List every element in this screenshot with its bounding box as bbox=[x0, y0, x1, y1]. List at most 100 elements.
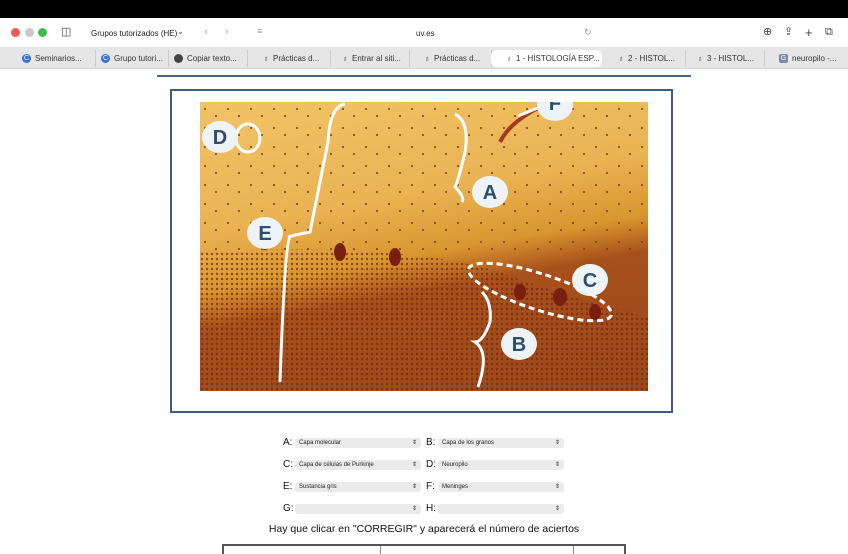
answer-select-h[interactable]: ⇕ bbox=[438, 503, 564, 514]
select-value: Sustancia gris bbox=[299, 483, 337, 490]
answer-select-a[interactable]: Capa molecular ⇕ bbox=[295, 437, 421, 448]
flask-icon: ♁ bbox=[424, 54, 430, 63]
chevron-updown-icon: ⇕ bbox=[411, 484, 417, 490]
answer-label: B: bbox=[426, 437, 436, 448]
tab[interactable]: C Seminarios... bbox=[18, 50, 96, 67]
svg-text:D: D bbox=[213, 127, 227, 149]
bottom-controls-table bbox=[222, 544, 626, 554]
tab[interactable]: ♁ Prácticas d... bbox=[420, 50, 492, 67]
chevron-updown-icon: ⇕ bbox=[554, 462, 560, 468]
tab-label: Prácticas d... bbox=[273, 54, 320, 63]
histology-image: A B C D E F bbox=[200, 102, 648, 391]
forward-button[interactable]: › bbox=[225, 27, 229, 38]
svg-text:F: F bbox=[549, 102, 561, 115]
answer-label: G: bbox=[283, 503, 294, 514]
tab-overview-icon[interactable]: ⧉ bbox=[825, 27, 833, 38]
quiz-row: G: ⇕ H: ⇕ bbox=[283, 503, 564, 514]
url-field[interactable]: uv.es bbox=[416, 29, 435, 38]
label-c: C bbox=[572, 264, 608, 296]
share-icon[interactable]: ⇪ bbox=[784, 27, 793, 38]
tab-label: 2 - HISTOL... bbox=[628, 54, 675, 63]
tab-label: Copiar texto... bbox=[187, 54, 237, 63]
svg-text:B: B bbox=[512, 334, 526, 356]
tab-label: Prácticas d... bbox=[434, 54, 481, 63]
tab[interactable]: ♁ Prácticas d... bbox=[259, 50, 331, 67]
quiz-row: E: Sustancia gris ⇕ F: Meninges ⇕ bbox=[283, 481, 564, 492]
answer-label: A: bbox=[283, 437, 293, 448]
select-value: Capa de células de Purkinje bbox=[299, 461, 374, 468]
svg-text:C: C bbox=[583, 270, 597, 292]
flask-icon: ♁ bbox=[342, 54, 348, 63]
chevron-updown-icon: ⇕ bbox=[554, 440, 560, 446]
tab[interactable]: C Grupo tutori... bbox=[97, 50, 169, 67]
label-e: E bbox=[247, 217, 283, 249]
favicon-icon: C bbox=[22, 54, 31, 63]
answer-label: F: bbox=[426, 481, 435, 492]
chevron-updown-icon: ⇕ bbox=[554, 484, 560, 490]
tab-label: neuropilo -... bbox=[792, 54, 837, 63]
tab-label: 3 - HISTOL... bbox=[707, 54, 754, 63]
minimize-window-button[interactable] bbox=[25, 28, 34, 37]
chevron-updown-icon: ⇕ bbox=[411, 462, 417, 468]
answer-select-c[interactable]: Capa de células de Purkinje ⇕ bbox=[295, 459, 421, 470]
favicon-icon: G bbox=[779, 54, 788, 63]
tab[interactable]: ♁ 3 - HISTOL... bbox=[693, 50, 765, 67]
chevron-updown-icon: ⇕ bbox=[554, 506, 560, 512]
favicon-icon: C bbox=[101, 54, 110, 63]
download-icon[interactable]: ⊕ bbox=[763, 27, 772, 38]
tab-label: Grupo tutori... bbox=[114, 54, 163, 63]
tab-active[interactable]: ♁ 1 - HISTOLOGÍA ESP... bbox=[491, 50, 602, 67]
new-tab-icon[interactable]: + bbox=[805, 26, 813, 39]
tab[interactable]: Copiar texto... bbox=[170, 50, 248, 67]
histology-annotations: A B C D E F bbox=[200, 102, 648, 391]
flask-icon: ♁ bbox=[697, 54, 703, 63]
flask-icon: ♁ bbox=[506, 54, 512, 63]
quiz-row: A: Capa molecular ⇕ B: Capa de los granos ⇕ bbox=[283, 437, 564, 448]
reload-icon[interactable]: ↻ bbox=[584, 28, 592, 37]
sidebar-icon[interactable]: ◫ bbox=[61, 27, 71, 38]
answer-select-e[interactable]: Sustancia gris ⇕ bbox=[295, 481, 421, 492]
close-window-button[interactable] bbox=[11, 28, 20, 37]
maximize-window-button[interactable] bbox=[38, 28, 47, 37]
tab-label: 1 - HISTOLOGÍA ESP... bbox=[516, 54, 600, 63]
chevron-updown-icon: ⇕ bbox=[411, 440, 417, 446]
select-value: Meninges bbox=[442, 483, 469, 490]
svg-text:E: E bbox=[258, 223, 271, 245]
label-d: D bbox=[202, 121, 238, 153]
table-cell bbox=[574, 546, 624, 554]
back-button[interactable]: ‹ bbox=[204, 27, 208, 38]
divider bbox=[157, 75, 691, 77]
tab[interactable]: Gneuropilo -... bbox=[775, 50, 843, 67]
chevron-down-icon[interactable]: ⌄ bbox=[177, 28, 184, 36]
chevron-updown-icon: ⇕ bbox=[411, 506, 417, 512]
tab[interactable]: ♁ Entrar al siti... bbox=[338, 50, 410, 67]
select-value: Capa de los granos bbox=[442, 439, 495, 446]
answer-label: C: bbox=[283, 459, 293, 470]
answer-label: E: bbox=[283, 481, 293, 492]
select-value: Neuropilo bbox=[442, 461, 468, 468]
tab-label: Entrar al siti... bbox=[352, 54, 401, 63]
svg-text:A: A bbox=[483, 182, 497, 204]
label-b: B bbox=[501, 328, 537, 360]
tab-group-selector[interactable]: Grupos tutorizados (HE) bbox=[91, 29, 177, 38]
answer-select-b[interactable]: Capa de los granos ⇕ bbox=[438, 437, 564, 448]
reader-icon[interactable]: ≡ bbox=[257, 27, 262, 36]
tab-label: Seminarios... bbox=[35, 54, 82, 63]
answer-select-g[interactable]: ⇕ bbox=[295, 503, 421, 514]
table-cell bbox=[224, 546, 382, 554]
select-value: Capa molecular bbox=[299, 439, 342, 446]
answer-label: H: bbox=[426, 503, 436, 514]
table-cell bbox=[381, 546, 575, 554]
answer-select-f[interactable]: Meninges ⇕ bbox=[438, 481, 564, 492]
flask-icon: ♁ bbox=[263, 54, 269, 63]
tab[interactable]: ♁ 2 - HISTOL... bbox=[614, 50, 686, 67]
top-black-bar bbox=[0, 0, 848, 18]
tab-bar: C Seminarios... C Grupo tutori... Copiar t… bbox=[0, 47, 848, 69]
instructions-text: Hay que clicar en "CORREGIR" y aparecerá… bbox=[268, 523, 580, 535]
label-a: A bbox=[472, 176, 508, 208]
browser-toolbar: ◫ Grupos tutorizados (HE) ⌄ ‹ › ≡ uv.es … bbox=[0, 18, 848, 47]
answer-select-d[interactable]: Neuropilo ⇕ bbox=[438, 459, 564, 470]
answer-label: D: bbox=[426, 459, 436, 470]
favicon-icon bbox=[174, 54, 183, 63]
quiz-row: C: Capa de células de Purkinje ⇕ D: Neuropil… bbox=[283, 459, 564, 470]
